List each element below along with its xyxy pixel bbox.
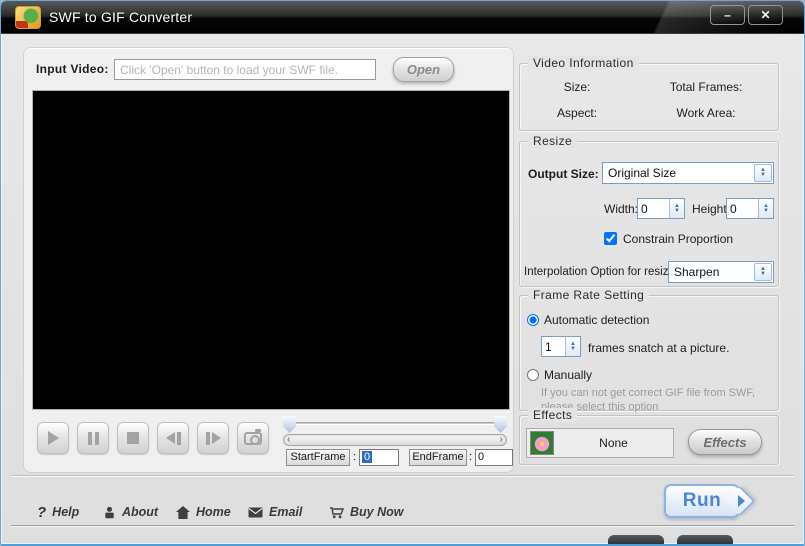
automatic-detection-radio[interactable]	[527, 314, 539, 326]
app-window: SWF to GIF Converter – ✕ Input Video: Op…	[0, 0, 805, 546]
frames-caption: frames snatch at a picture.	[588, 341, 730, 355]
frames-spin-icon[interactable]: ▲ ▼	[565, 337, 580, 356]
video-preview-area	[32, 90, 510, 410]
preview-panel: Input Video: Open ‹ › StartFrame : 0 End…	[23, 47, 514, 473]
total-frames-label: Total Frames:	[669, 80, 743, 94]
end-frame-label[interactable]: EndFrame	[409, 449, 467, 466]
progress-trough[interactable]: ‹ ›	[283, 434, 507, 446]
width-input[interactable]	[638, 199, 669, 218]
width-label: Width:	[604, 202, 639, 216]
manually-label: Manually	[544, 368, 593, 382]
start-frame-colon: :	[353, 451, 357, 463]
previous-frame-icon	[165, 431, 181, 445]
start-frame-slider-handle[interactable]	[283, 416, 296, 433]
video-information-title: Video Information	[528, 56, 639, 70]
frame-rate-title: Frame Rate Setting	[528, 288, 650, 302]
frame-rate-group: Frame Rate Setting Automatic detection ▲…	[519, 288, 779, 413]
help-label: Help	[52, 505, 80, 519]
width-stepper: ▲ ▼	[637, 198, 685, 219]
email-link[interactable]: Email	[248, 501, 302, 523]
output-size-value: Original Size	[608, 166, 677, 180]
work-area-label: Work Area:	[676, 106, 736, 120]
close-button[interactable]: ✕	[748, 5, 783, 25]
aspect-label: Aspect:	[557, 106, 598, 120]
next-frame-icon	[205, 431, 221, 445]
open-button[interactable]: Open	[393, 57, 454, 82]
frame-range-inputs: StartFrame : 0 EndFrame : 0	[24, 449, 515, 469]
end-frame-colon: :	[469, 451, 473, 463]
app-icon	[15, 6, 41, 29]
play-icon	[47, 431, 59, 445]
height-label: Height:	[692, 202, 731, 216]
minimize-icon: –	[724, 8, 731, 22]
start-frame-value: 0	[362, 451, 373, 463]
buy-now-link[interactable]: Buy Now	[329, 501, 403, 523]
camera-icon	[244, 428, 262, 445]
help-icon: ?	[37, 503, 47, 521]
end-frame-slider-handle[interactable]	[494, 416, 507, 433]
interpolation-label: Interpolation Option for resize:	[524, 266, 679, 278]
stop-icon	[127, 432, 139, 444]
output-size-label: Output Size:	[528, 167, 599, 181]
window-title: SWF to GIF Converter	[49, 9, 193, 25]
home-icon	[176, 505, 190, 519]
effects-button[interactable]: Effects	[688, 429, 762, 455]
trough-left-icon: ‹	[287, 434, 291, 445]
footer-underline	[11, 525, 794, 527]
person-icon	[103, 506, 116, 519]
help-link[interactable]: ? Help	[37, 501, 79, 523]
automatic-detection-label: Automatic detection	[544, 313, 650, 327]
effects-group: Effects None Effects	[519, 408, 779, 465]
footer-separator	[11, 475, 794, 477]
height-input[interactable]	[727, 199, 758, 218]
email-label: Email	[269, 505, 303, 519]
video-information-group: Video Information Size: Total Frames: As…	[519, 56, 779, 131]
about-label: About	[122, 505, 159, 519]
height-spin-icon[interactable]: ▲ ▼	[758, 199, 773, 218]
frames-input[interactable]	[542, 337, 565, 356]
effect-thumbnail-icon	[530, 431, 554, 455]
current-effect-box: None	[526, 428, 674, 458]
close-icon: ✕	[760, 8, 771, 22]
cart-icon	[329, 506, 344, 519]
constrain-proportion-label: Constrain Proportion	[623, 232, 734, 246]
manually-radio[interactable]	[527, 369, 539, 381]
home-label: Home	[196, 505, 231, 519]
interpolation-value: Sharpen	[674, 265, 720, 279]
height-stepper: ▲ ▼	[726, 198, 774, 219]
pause-icon	[87, 431, 99, 445]
minimize-button[interactable]: –	[710, 5, 745, 25]
trough-right-icon: ›	[499, 434, 503, 445]
slider-track	[287, 422, 503, 425]
input-video-field[interactable]	[114, 59, 376, 80]
output-size-dropdown-icon[interactable]: ▲ ▼	[754, 164, 772, 182]
resize-group: Resize Output Size: Original Size ▲ ▼ Wi…	[519, 134, 779, 287]
home-link[interactable]: Home	[176, 501, 231, 523]
interpolation-select[interactable]: Sharpen ▲ ▼	[668, 261, 774, 283]
effects-title: Effects	[528, 408, 578, 422]
input-video-label: Input Video:	[36, 62, 109, 76]
run-label: Run	[682, 490, 722, 511]
resize-title: Resize	[528, 134, 578, 148]
start-frame-label[interactable]: StartFrame	[286, 449, 350, 466]
size-label: Size:	[563, 80, 591, 94]
buy-now-label: Buy Now	[350, 505, 404, 519]
window-foot-right	[677, 535, 733, 544]
title-bar[interactable]: SWF to GIF Converter – ✕	[1, 1, 804, 34]
interpolation-dropdown-icon[interactable]: ▲ ▼	[754, 263, 772, 281]
output-size-select[interactable]: Original Size ▲ ▼	[602, 162, 774, 184]
frame-range-slider: ‹ ›	[283, 416, 507, 446]
run-arrow-icon[interactable]	[738, 495, 745, 507]
width-spin-icon[interactable]: ▲ ▼	[669, 199, 684, 218]
manual-note-line1: If you can not get correct GIF file from…	[541, 387, 755, 399]
envelope-icon	[248, 507, 263, 518]
start-frame-input[interactable]: 0	[359, 449, 399, 466]
end-frame-input[interactable]: 0	[475, 449, 513, 466]
window-foot-left	[608, 535, 664, 544]
current-effect-value: None	[599, 436, 628, 450]
about-link[interactable]: About	[103, 501, 158, 523]
frames-stepper: ▲ ▼	[541, 336, 581, 357]
constrain-proportion-checkbox[interactable]	[604, 232, 617, 245]
swf-badge	[16, 21, 28, 28]
